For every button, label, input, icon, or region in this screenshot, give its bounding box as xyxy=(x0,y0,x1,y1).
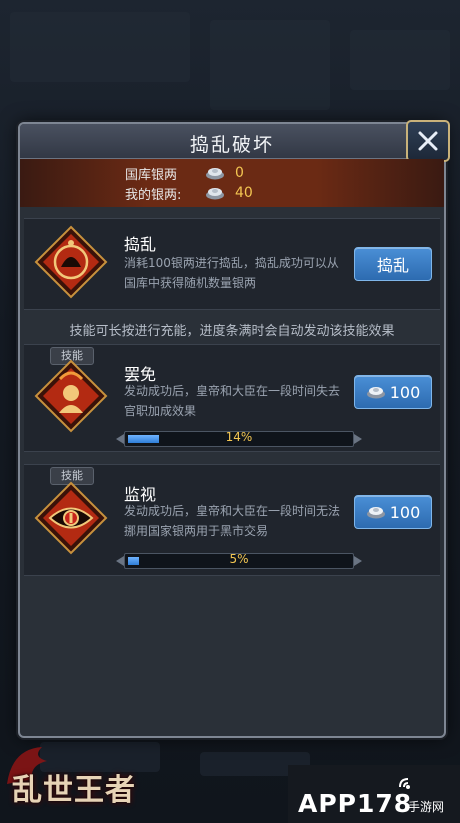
silver-ingot-icon xyxy=(206,188,224,200)
treasury-silver-row: 国库银两 0 xyxy=(125,163,244,183)
skill-progress-bar[interactable]: 14% xyxy=(124,430,354,447)
signal-icon xyxy=(399,778,410,789)
silver-ingot-icon xyxy=(366,507,385,519)
silver-ingot-icon xyxy=(206,168,224,180)
dialog-title: 捣乱破坏 xyxy=(189,134,274,156)
game-logo-text: 乱世王者 xyxy=(12,773,136,808)
skill-cost-button[interactable]: 100 xyxy=(354,495,432,529)
skill-cost-button[interactable]: 100 xyxy=(354,375,432,409)
close-button[interactable] xyxy=(406,120,450,162)
silver-banner: 国库银两 0 我的银两: 40 xyxy=(20,159,444,207)
my-silver-row: 我的银两: 40 xyxy=(125,183,253,203)
my-silver-value: 40 xyxy=(235,185,253,201)
close-x-icon xyxy=(418,131,438,151)
skill-cost: 100 xyxy=(389,502,421,522)
skill-description: 发动成功后，皇帝和大臣在一段时间失去官职加成效果 xyxy=(124,384,341,418)
disrupt-description: 消耗100银两进行捣乱，捣乱成功可以从国库中获得随机数量银两 xyxy=(124,256,339,290)
dialog-titlebar: 捣乱破坏 xyxy=(20,124,444,159)
skill-card: 技能 监视 发动成功后，皇帝和大臣在一段时间无法挪用国家银两用于黑市交易 100… xyxy=(24,464,440,576)
disrupt-button[interactable]: 捣乱 xyxy=(354,247,432,281)
my-silver-label: 我的银两: xyxy=(125,187,182,203)
charge-tip: 技能可长按进行充能，进度条满时会自动发动该技能效果 xyxy=(69,324,395,339)
progress-cap-left xyxy=(116,556,124,566)
disrupt-name: 捣乱 xyxy=(124,235,157,254)
progress-percent: 5% xyxy=(229,552,249,566)
site-watermark: APP178 手游网 xyxy=(288,765,460,823)
skill-progress-bar[interactable]: 5% xyxy=(124,552,354,569)
game-logo: 乱世王者 xyxy=(2,739,137,819)
skill-card: 技能 罢免 发动成功后，皇帝和大臣在一段时间失去官职加成效果 100 14% xyxy=(24,344,440,452)
progress-cap-left xyxy=(116,434,124,444)
treasury-value: 0 xyxy=(235,165,244,181)
watch-eye-emblem-icon xyxy=(34,481,108,555)
skill-cost: 100 xyxy=(389,382,421,402)
disrupt-dialog: 捣乱破坏 国库银两 0 我的银两: 40 捣乱 消耗100银两进行捣乱，捣乱成功… xyxy=(18,120,450,738)
skill-description: 发动成功后，皇帝和大臣在一段时间无法挪用国家银两用于黑市交易 xyxy=(124,504,341,538)
site-logo-text: APP178 xyxy=(298,789,413,818)
disrupt-emblem-icon xyxy=(34,225,108,299)
progress-cap-right xyxy=(354,434,362,444)
disrupt-card: 捣乱 消耗100银两进行捣乱，捣乱成功可以从国库中获得随机数量银两 捣乱 xyxy=(24,218,440,310)
site-logo-subtext: 手游网 xyxy=(408,800,445,814)
treasury-label: 国库银两 xyxy=(125,167,178,183)
silver-ingot-icon xyxy=(366,387,385,399)
progress-cap-right xyxy=(354,556,362,566)
dismiss-emblem-icon xyxy=(34,359,108,433)
progress-percent: 14% xyxy=(225,430,253,444)
